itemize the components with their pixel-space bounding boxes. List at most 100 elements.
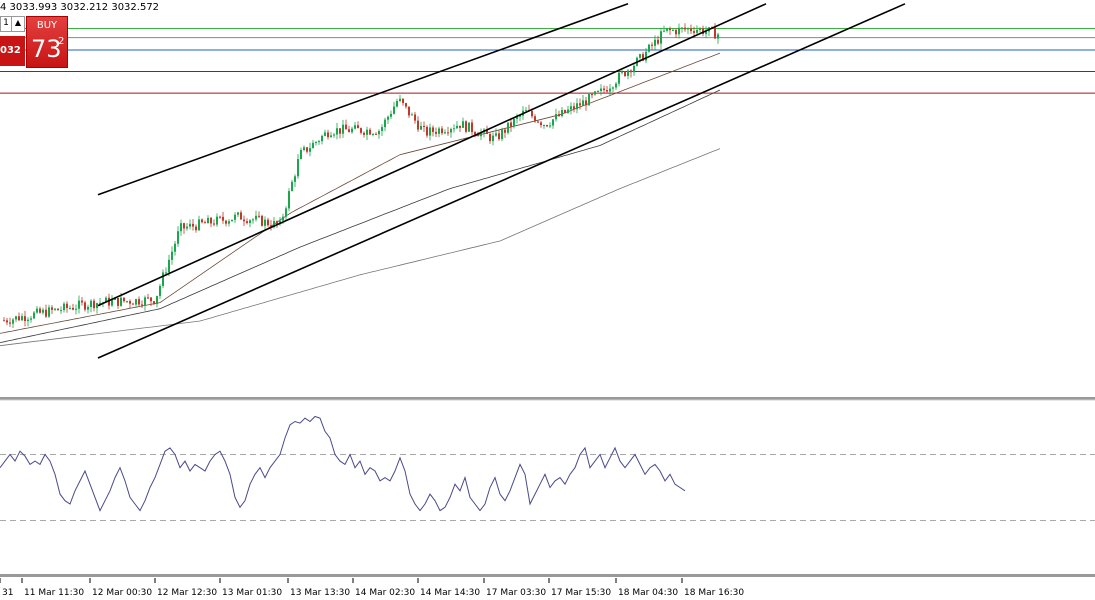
candle-body — [138, 299, 140, 305]
candle-body — [357, 125, 359, 129]
candle-body — [537, 121, 539, 123]
candle-body — [585, 100, 587, 106]
candle-body — [201, 219, 203, 223]
candle-body — [687, 28, 689, 30]
candle-body — [291, 181, 293, 192]
candle-body — [630, 70, 632, 73]
candle-body — [339, 128, 341, 134]
candle-body — [627, 70, 629, 77]
candle-body — [144, 297, 146, 306]
lot-increase-arrow-icon[interactable]: ▲ — [11, 16, 25, 32]
candle-body — [495, 133, 497, 136]
sell-price-fragment[interactable]: 032 — [0, 36, 25, 66]
candle-body — [354, 125, 356, 129]
candle-body — [699, 28, 701, 30]
candle-body — [558, 114, 560, 117]
candle-body — [345, 124, 347, 130]
candle-body — [423, 125, 425, 127]
candle-body — [405, 103, 407, 107]
candle-body — [597, 91, 599, 93]
candle-body — [471, 122, 473, 133]
candle-body — [81, 300, 83, 303]
candle-body — [468, 122, 470, 132]
candle-body — [303, 147, 305, 150]
candle-body — [282, 216, 284, 221]
candle-body — [204, 222, 206, 224]
candle-body — [411, 114, 413, 116]
candle-body — [390, 113, 392, 117]
candle-body — [618, 72, 620, 84]
candle-body — [57, 308, 59, 311]
candle-body — [48, 307, 50, 317]
candle-body — [261, 215, 263, 226]
candle-body — [543, 125, 545, 127]
x-tick-label: 14 Mar 14:30 — [420, 588, 480, 598]
candle-body — [162, 272, 164, 286]
candle-body — [312, 142, 314, 149]
candle-body — [663, 30, 665, 32]
x-tick-label: 17 Mar 15:30 — [551, 588, 611, 598]
price-chart[interactable]: 31 11 Mar 11:30 12 Mar 00:30 12 Mar 12:30 13… — [0, 0, 1095, 600]
candle-body — [666, 28, 668, 31]
candle-body — [600, 88, 602, 92]
candle-body — [117, 297, 119, 306]
candle-body — [678, 27, 680, 35]
candle-body — [6, 320, 8, 323]
ohlc-readout: 4 3033.993 3032.212 3032.572 — [0, 2, 160, 13]
candle-body — [78, 300, 80, 309]
candle-body — [330, 135, 332, 138]
candle-body — [198, 219, 200, 231]
candle-body — [681, 27, 683, 29]
candle-body — [576, 103, 578, 110]
candle-body — [234, 214, 236, 220]
candle-body — [363, 132, 365, 135]
candle-body — [462, 121, 464, 128]
x-tick-label: 17 Mar 03:30 — [486, 588, 546, 598]
candle-body — [177, 231, 179, 244]
candle-body — [459, 125, 461, 128]
candle-body — [615, 83, 617, 88]
pane-separator-bottom — [0, 574, 1095, 577]
x-tick-label: 31 — [2, 588, 13, 598]
candle-body — [90, 300, 92, 307]
candle-body — [375, 133, 377, 135]
candle-body — [156, 295, 158, 305]
candle-body — [15, 316, 17, 320]
candle-body — [159, 285, 161, 296]
candle-body — [399, 98, 401, 102]
candle-body — [300, 149, 302, 160]
candle-body — [207, 217, 209, 224]
candle-body — [36, 308, 38, 313]
candle-body — [414, 114, 416, 121]
candle-body — [42, 309, 44, 313]
candle-body — [150, 297, 152, 302]
candle-body — [288, 191, 290, 209]
candle-body — [588, 94, 590, 106]
candle-body — [369, 129, 371, 135]
candle-body — [546, 125, 548, 127]
candle-body — [435, 131, 437, 134]
candle-body — [609, 88, 611, 92]
candle-body — [309, 148, 311, 152]
candle-body — [39, 308, 41, 313]
candle-body — [180, 223, 182, 232]
candle-body — [564, 109, 566, 113]
candle-body — [594, 91, 596, 95]
candle-body — [228, 221, 230, 224]
candle-body — [252, 219, 254, 221]
candle-body — [675, 29, 677, 35]
candle-body — [396, 101, 398, 107]
candle-body — [441, 128, 443, 134]
candle-body — [327, 132, 329, 138]
candle-body — [534, 116, 536, 122]
buy-button[interactable]: BUY 73 2 — [26, 16, 68, 68]
candle-body — [315, 141, 317, 143]
candle-body — [417, 120, 419, 130]
candle-body — [264, 219, 266, 226]
candle-body — [372, 133, 374, 135]
channel-line-1 — [97, 3, 767, 307]
candle-body — [453, 128, 455, 130]
candle-body — [168, 259, 170, 273]
candle-body — [93, 300, 95, 309]
channel-line-2 — [97, 3, 906, 359]
